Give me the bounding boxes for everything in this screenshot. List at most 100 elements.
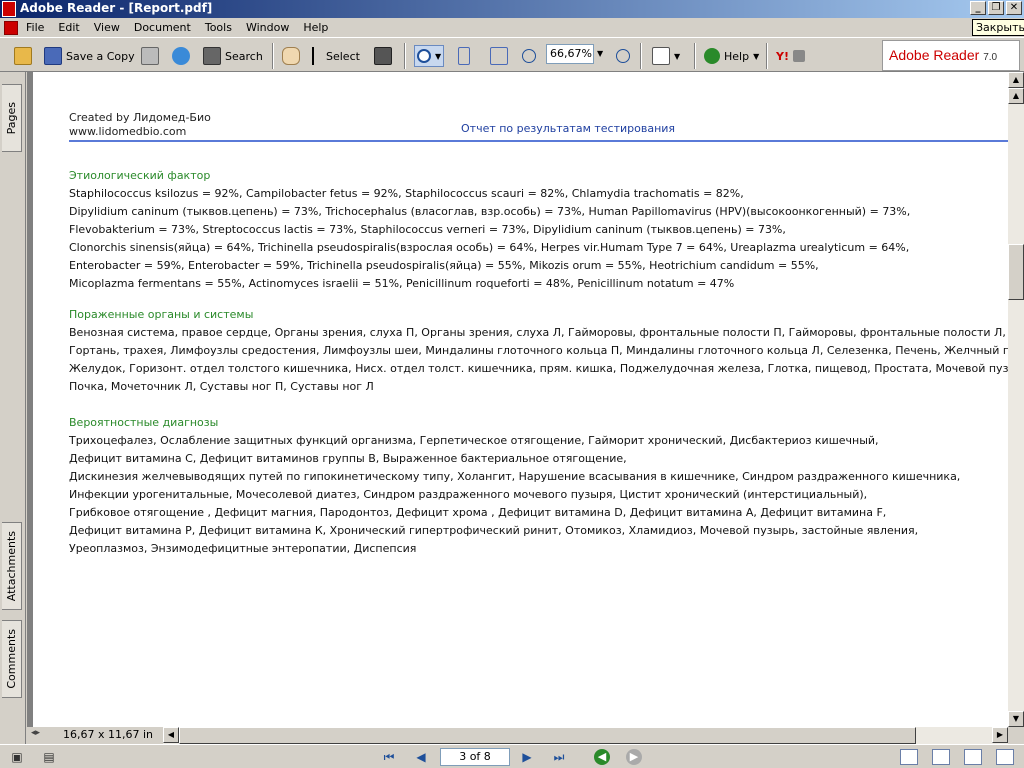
continuous-layout-button[interactable] bbox=[932, 749, 950, 765]
section-body: Трихоцефалез, Ослабление защитных функци… bbox=[69, 432, 960, 558]
website: www.lidomedbio.com bbox=[69, 125, 187, 138]
page-size-readout: 16,67 x 11,67 in bbox=[63, 728, 154, 741]
menu-document[interactable]: Document bbox=[134, 21, 191, 34]
scroll-left-button[interactable]: ◀ bbox=[163, 727, 179, 743]
fit-width-button[interactable] bbox=[490, 45, 508, 67]
menu-window[interactable]: Window bbox=[246, 21, 289, 34]
menu-bar: File Edit View Document Tools Window Hel… bbox=[0, 18, 1024, 38]
tab-comments[interactable]: Comments bbox=[2, 620, 22, 698]
document-icon[interactable] bbox=[4, 21, 18, 35]
go-forward-button[interactable]: ▶ bbox=[626, 749, 642, 765]
section-line: Clonorchis sinensis(яйца) = 64%, Trichin… bbox=[69, 241, 910, 254]
tab-attachments-label: Attachments bbox=[5, 530, 18, 602]
section-line: Почка, Мочеточник Л, Суставы ног П, Суст… bbox=[69, 380, 374, 393]
menu-file[interactable]: File bbox=[26, 21, 44, 34]
header-divider bbox=[69, 140, 1008, 142]
minimize-button[interactable]: _ bbox=[970, 1, 986, 15]
zoom-in-button[interactable] bbox=[616, 45, 630, 67]
zoom-in-tool-button[interactable]: ▼ bbox=[414, 45, 445, 67]
pdf-page: Created by Лидомед-Био www.lidomedbio.co… bbox=[33, 72, 1008, 727]
snapshot-button[interactable] bbox=[374, 45, 392, 67]
report-title: Отчет по результатам тестирования bbox=[461, 122, 676, 135]
toolbar: Save a Copy Search Select ▼ ▼ ▼ Help ▼ Y… bbox=[0, 38, 1024, 72]
section-body: Staphilococcus ksilozus = 92%, Campiloba… bbox=[69, 185, 910, 293]
go-back-button[interactable]: ◀ bbox=[594, 749, 610, 765]
text-cursor-icon bbox=[312, 47, 322, 65]
split-handle-icon[interactable]: ◂▸ bbox=[31, 728, 40, 738]
single-page-layout-button[interactable] bbox=[900, 749, 918, 765]
vertical-scroll-thumb[interactable] bbox=[1008, 244, 1024, 300]
section-line: Дефицит витамина Р, Дефицит витамина К, … bbox=[69, 524, 919, 537]
menu-help[interactable]: Help bbox=[303, 21, 328, 34]
horizontal-scroll-thumb[interactable] bbox=[179, 727, 916, 744]
section-line: Дискинезия желчевыводящих путей по гипок… bbox=[69, 470, 961, 483]
chevron-down-icon: ▼ bbox=[674, 51, 681, 61]
yahoo-label: Y! bbox=[776, 49, 789, 63]
section-line: Dipylidium caninum (тыквов.цепень) = 73%… bbox=[69, 205, 911, 218]
page-info-icon[interactable]: ▤ bbox=[40, 749, 58, 765]
zoom-dropdown-arrow[interactable]: ▼ bbox=[597, 49, 603, 58]
title-bar: Adobe Reader - [Report.pdf] _ ❐ ✕ bbox=[0, 0, 1024, 18]
first-page-button[interactable]: ⏮ bbox=[380, 749, 398, 765]
section-line: Инфекции урогенитальные, Мочесолевой диа… bbox=[69, 488, 868, 501]
brand-name: Adobe Reader bbox=[889, 47, 980, 63]
save-copy-label: Save a Copy bbox=[66, 49, 135, 63]
created-by: Created by Лидомед-Био bbox=[69, 111, 211, 124]
vertical-scrollbar[interactable]: ▲ ▲ ▼ bbox=[1008, 72, 1024, 727]
horizontal-scrollbar[interactable]: ◀ ▶ bbox=[163, 727, 1008, 744]
brand-version: 7.0 bbox=[983, 52, 998, 63]
zoom-out-button[interactable] bbox=[522, 45, 536, 67]
section-line: Уреоплазмоз, Энзимодефицитные энтеропати… bbox=[69, 542, 417, 555]
email-button[interactable] bbox=[172, 45, 190, 67]
split-view-button[interactable]: ▲ bbox=[1008, 88, 1024, 104]
section-line: Flevobakterium = 73%, Streptococcus lact… bbox=[69, 223, 786, 236]
fit-height-button[interactable] bbox=[458, 45, 470, 67]
print-button[interactable] bbox=[141, 45, 159, 67]
yahoo-toolbar-icon bbox=[792, 50, 805, 62]
section-line: Enterobacter = 59%, Enterobacter = 59%, … bbox=[69, 259, 819, 272]
email-globe-icon bbox=[172, 47, 190, 65]
fit-width-icon bbox=[490, 47, 508, 65]
search-label: Search bbox=[225, 49, 263, 63]
next-page-button[interactable]: ▶ bbox=[518, 749, 536, 765]
yahoo-button[interactable]: Y! bbox=[776, 45, 805, 67]
section-title: Вероятностные диагнозы bbox=[69, 416, 219, 429]
scroll-right-button[interactable]: ▶ bbox=[992, 727, 1008, 743]
search-button[interactable]: Search bbox=[203, 45, 263, 67]
last-page-button[interactable]: ⏭ bbox=[550, 749, 568, 765]
section-body: Венозная система, правое сердце, Органы … bbox=[69, 324, 1008, 396]
restore-button[interactable]: ❐ bbox=[988, 1, 1004, 15]
save-copy-button[interactable]: Save a Copy bbox=[44, 45, 135, 67]
hand-icon bbox=[282, 47, 300, 65]
tab-attachments[interactable]: Attachments bbox=[2, 522, 22, 610]
hand-tool-button[interactable] bbox=[282, 45, 300, 67]
section-line: Желудок, Горизонт. отдел толстого кишечн… bbox=[69, 362, 1008, 375]
facing-layout-button[interactable] bbox=[964, 749, 982, 765]
section-line: Трихоцефалез, Ослабление защитных функци… bbox=[69, 434, 879, 447]
help-button[interactable]: Help ▼ bbox=[704, 45, 759, 67]
select-tool-button[interactable]: Select bbox=[312, 45, 360, 67]
tab-pages[interactable]: Pages bbox=[2, 84, 22, 152]
scroll-down-button[interactable]: ▼ bbox=[1008, 711, 1024, 727]
menu-tools[interactable]: Tools bbox=[205, 21, 232, 34]
window-mode-icon[interactable]: ▣ bbox=[8, 749, 26, 765]
close-button[interactable]: ✕ bbox=[1006, 1, 1022, 15]
section-line: Staphilococcus ksilozus = 92%, Campiloba… bbox=[69, 187, 744, 200]
help-icon bbox=[704, 48, 720, 64]
continuous-facing-layout-button[interactable] bbox=[996, 749, 1014, 765]
folder-open-icon bbox=[14, 47, 32, 65]
tab-comments-label: Comments bbox=[5, 629, 18, 689]
page-number-input[interactable]: 3 of 8 bbox=[440, 748, 510, 766]
scroll-up-button[interactable]: ▲ bbox=[1008, 72, 1024, 88]
previous-page-button[interactable]: ◀ bbox=[412, 749, 430, 765]
menu-view[interactable]: View bbox=[94, 21, 120, 34]
plus-circle-icon bbox=[616, 49, 630, 63]
menu-edit[interactable]: Edit bbox=[58, 21, 79, 34]
help-label: Help bbox=[724, 49, 750, 63]
document-viewport[interactable]: Created by Лидомед-Био www.lidomedbio.co… bbox=[27, 72, 1008, 727]
zoom-level-input[interactable]: 66,67% bbox=[546, 44, 594, 64]
chevron-down-icon: ▼ bbox=[753, 51, 760, 61]
page-display-button[interactable]: ▼ bbox=[652, 45, 680, 67]
open-button[interactable] bbox=[14, 45, 32, 67]
adobe-app-icon[interactable] bbox=[2, 1, 16, 17]
